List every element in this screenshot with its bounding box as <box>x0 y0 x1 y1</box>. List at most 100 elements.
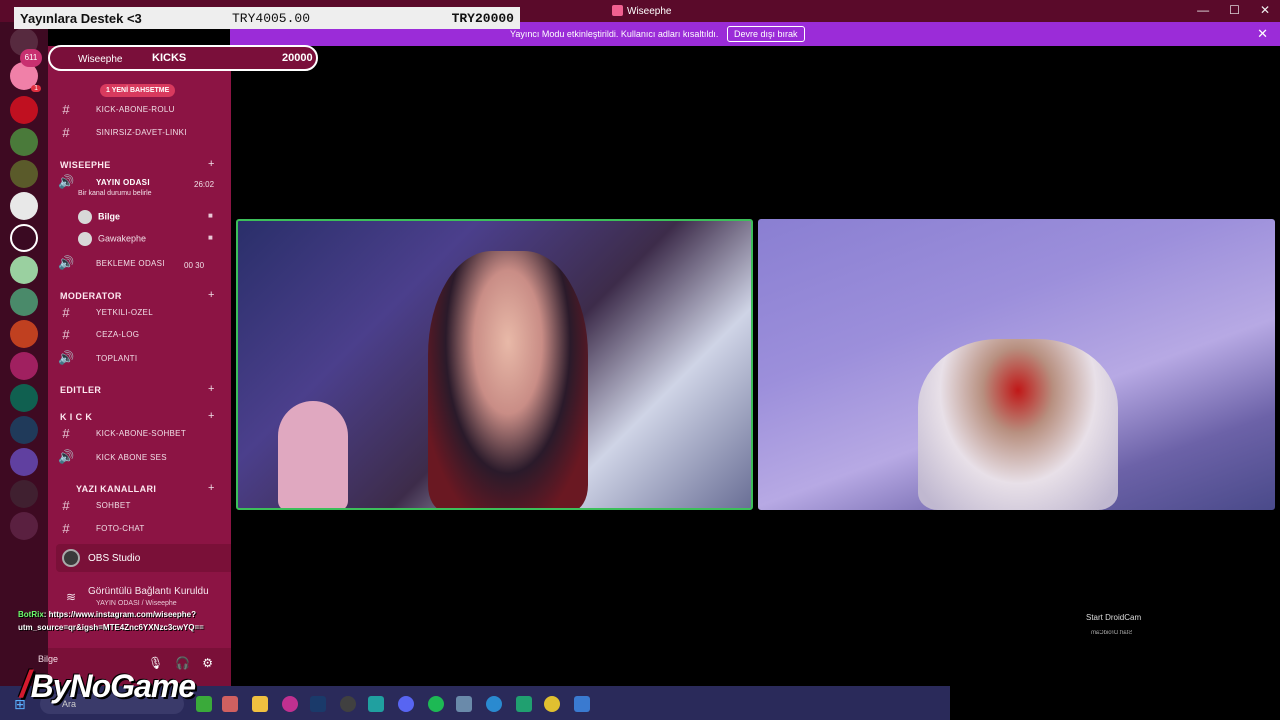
channel-yetkili-ozel[interactable]: # YETKILI-OZEL <box>58 305 153 325</box>
channel-foto-chat[interactable]: # FOTO-CHAT <box>58 521 145 541</box>
category-moderator[interactable]: MODERATOR <box>60 291 122 301</box>
server-icon-10[interactable] <box>10 352 38 380</box>
microphone-video-object <box>278 401 348 508</box>
server-icon-6[interactable] <box>10 224 38 252</box>
voice-channel-toplanti[interactable]: 🔊 TOPLANTI <box>58 350 137 370</box>
server-icon-13[interactable] <box>10 448 38 476</box>
speaker-icon: 🔊 <box>58 174 75 189</box>
guild-name[interactable]: Wiseephe <box>78 54 122 65</box>
server-icon-4[interactable] <box>10 160 38 188</box>
add-channel-icon[interactable]: + <box>208 289 214 301</box>
video-tile-bilge[interactable] <box>236 219 753 510</box>
guild-header[interactable]: 611 Wiseephe KICKS 20000 <box>20 45 318 71</box>
current-user-name[interactable]: Bilge <box>38 654 58 664</box>
donation-label: Yayınlara Destek <3 <box>20 11 142 26</box>
spotify-icon[interactable] <box>428 696 444 712</box>
maximize-button[interactable]: ☐ <box>1229 3 1240 17</box>
text-channel-icon: # <box>62 498 70 513</box>
app-icon-14[interactable] <box>574 696 590 712</box>
voice-timer: 26:02 <box>194 180 215 189</box>
server-icon-7[interactable] <box>10 256 38 284</box>
app-icon <box>612 5 623 16</box>
add-channel-icon[interactable]: + <box>208 410 214 422</box>
signal-icon: ≋ <box>66 590 77 604</box>
participant-video <box>918 339 1118 510</box>
channel-ceza-log[interactable]: # CEZA-LOG <box>58 327 139 347</box>
text-channel-icon: # <box>62 125 70 140</box>
window-controls: — ☐ ✕ <box>1197 3 1270 17</box>
channel-status[interactable]: Bir kanal durumu belirle <box>78 190 152 210</box>
bynogame-logo: /ByNoGame <box>20 664 196 706</box>
xbox-icon[interactable] <box>196 696 212 712</box>
kicks-label: KICKS <box>152 52 187 64</box>
speaker-icon: 🔊 <box>58 350 75 365</box>
discord-icon[interactable] <box>398 696 414 712</box>
camera-icon: ■ <box>208 233 213 242</box>
donation-goal: TRY20000 <box>451 11 514 26</box>
text-channel-icon: # <box>62 521 70 536</box>
text-channel-icon: # <box>62 327 70 342</box>
text-channel-icon: # <box>62 426 70 441</box>
add-channel-icon[interactable]: + <box>208 158 214 170</box>
avatar <box>78 210 92 224</box>
server-icon-12[interactable] <box>10 416 38 444</box>
droidcam-label: Start DroidCam <box>1086 613 1142 622</box>
voice-channel-path[interactable]: YAYIN ODASI / Wiseephe <box>96 600 177 607</box>
app-icon-4[interactable] <box>282 696 298 712</box>
app-icon-7[interactable] <box>368 696 384 712</box>
new-mention-badge[interactable]: 1 YENİ BAHSETME <box>100 84 176 97</box>
video-tile-gawakephe[interactable] <box>758 219 1275 510</box>
category-editler[interactable]: EDITLER <box>60 385 101 395</box>
text-channel-icon: # <box>62 102 70 117</box>
app-icon-10[interactable] <box>456 696 472 712</box>
channel-kick-abone-sohbet[interactable]: # KICK-ABONE-SOHBET <box>58 426 186 446</box>
channel-sinirsiz-davet-linki[interactable]: # SINIRSIZ-DAVET-LINKI <box>58 125 187 145</box>
channel-sohbet[interactable]: # SOHBET <box>58 498 131 518</box>
channel-sidebar: 1 YENİ BAHSETME # KICK-ABONE-ROLU # SINIRS… <box>48 46 270 686</box>
camera-icon: ■ <box>208 211 213 220</box>
settings-gear-icon[interactable]: ⚙ <box>202 656 213 670</box>
window-title: Wiseephe <box>612 5 671 17</box>
mention-count-badge: 611 <box>20 49 42 67</box>
close-button[interactable]: ✕ <box>1260 3 1270 17</box>
chat-text: : https://www.instagram.com/wiseephe?utm… <box>18 610 204 632</box>
participant-video <box>428 251 588 508</box>
kicks-value: 20000 <box>282 52 313 64</box>
server-icon-2[interactable] <box>10 96 38 124</box>
server-icon-14[interactable] <box>10 480 38 508</box>
category-kick[interactable]: K I C K <box>60 412 92 422</box>
unread-badge: 1 <box>31 85 41 92</box>
add-channel-icon[interactable]: + <box>208 482 214 494</box>
server-icon-11[interactable] <box>10 384 38 412</box>
avatar <box>78 232 92 246</box>
category-yazi-kanallari[interactable]: YAZI KANALLARI <box>76 484 156 494</box>
user-limit-count: 00 30 <box>184 261 205 270</box>
chat-user: BotRix <box>18 610 44 619</box>
obs-icon <box>62 549 80 567</box>
file-explorer-icon[interactable] <box>252 696 268 712</box>
server-icon-15[interactable] <box>10 512 38 540</box>
add-channel-icon[interactable]: + <box>208 383 214 395</box>
voice-channel-kick-abone-ses[interactable]: 🔊 KICK ABONE SES <box>58 449 167 469</box>
chat-overlay-message: BotRix: https://www.instagram.com/wiseep… <box>18 608 232 636</box>
app-icon-2[interactable] <box>222 696 238 712</box>
category-wiseephe[interactable]: WISEEPHE <box>60 160 111 170</box>
voice-channel-bekleme-odasi[interactable]: 🔊 BEKLEME ODASI <box>58 255 165 275</box>
chrome-icon[interactable] <box>544 696 560 712</box>
steam-icon[interactable] <box>310 696 326 712</box>
server-icon-3[interactable] <box>10 128 38 156</box>
server-icon-9[interactable] <box>10 320 38 348</box>
minimize-button[interactable]: — <box>1197 3 1209 17</box>
voice-user-gawakephe[interactable]: Gawakephe <box>78 232 146 246</box>
server-icon-5[interactable] <box>10 192 38 220</box>
server-icon-8[interactable] <box>10 288 38 316</box>
disable-streamer-mode-button[interactable]: Devre dışı bırak <box>727 26 805 42</box>
edge-icon[interactable] <box>486 696 502 712</box>
notice-close-icon[interactable]: ✕ <box>1257 26 1268 42</box>
channel-kick-abone-rolu[interactable]: # KICK-ABONE-ROLU <box>58 102 175 122</box>
server-list: 1 <box>0 22 48 686</box>
whatsapp-icon[interactable] <box>516 696 532 712</box>
voice-user-bilge[interactable]: Bilge <box>78 210 120 224</box>
obs-taskbar-icon[interactable] <box>340 696 356 712</box>
speaker-icon: 🔊 <box>58 255 75 270</box>
